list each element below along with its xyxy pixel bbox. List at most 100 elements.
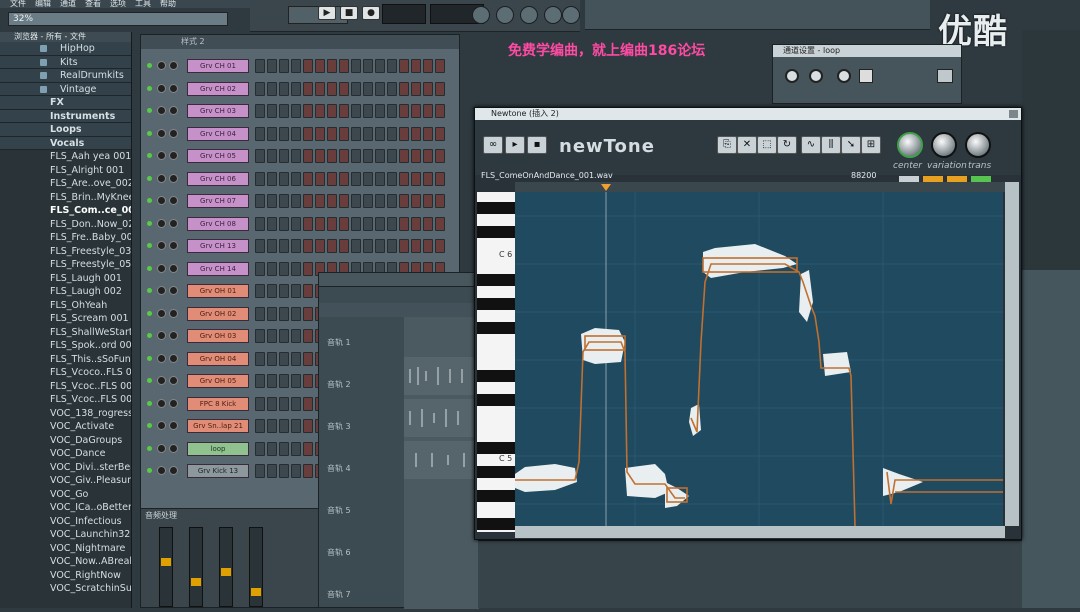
step-button[interactable] — [411, 194, 421, 208]
mute-led[interactable] — [147, 63, 152, 68]
channel-button[interactable]: Grv CH 08 — [187, 216, 249, 231]
step-button[interactable] — [279, 216, 289, 231]
menu-file[interactable]: 文件 — [10, 0, 26, 8]
channel-knob[interactable] — [157, 421, 166, 430]
step-button[interactable] — [303, 351, 313, 366]
channel-button[interactable]: Grv CH 06 — [187, 171, 249, 186]
step-button[interactable] — [351, 216, 361, 231]
step-button[interactable] — [387, 171, 397, 186]
mixer-window-icon[interactable] — [544, 6, 562, 24]
channel-knob[interactable] — [169, 151, 178, 160]
piano-roll-window-icon[interactable] — [496, 6, 514, 24]
browser-folder[interactable]: FX — [0, 96, 131, 110]
record-button[interactable]: ● — [362, 6, 380, 20]
step-button[interactable] — [255, 104, 265, 118]
step-button[interactable] — [267, 351, 277, 366]
step-button[interactable] — [279, 59, 289, 73]
step-button[interactable] — [267, 464, 277, 478]
step-button[interactable] — [411, 81, 421, 96]
step-button[interactable] — [375, 81, 385, 96]
browser-file[interactable]: VOC_Infectious — [0, 514, 131, 528]
step-button[interactable] — [255, 149, 265, 163]
channel-knob[interactable] — [169, 308, 178, 318]
step-button[interactable] — [279, 261, 289, 276]
step-button[interactable] — [387, 194, 397, 208]
step-button[interactable] — [327, 59, 337, 73]
step-button[interactable] — [279, 194, 289, 208]
step-button[interactable] — [267, 374, 277, 388]
step-button[interactable] — [315, 126, 325, 141]
fader[interactable] — [159, 527, 173, 607]
channel-knob[interactable] — [157, 61, 166, 70]
step-button[interactable] — [435, 59, 445, 73]
step-button[interactable] — [255, 239, 265, 253]
step-button[interactable] — [351, 104, 361, 118]
step-button[interactable] — [303, 306, 313, 321]
step-button[interactable] — [423, 171, 433, 186]
channel-knob[interactable] — [169, 331, 178, 340]
step-button[interactable] — [399, 216, 409, 231]
step-button[interactable] — [375, 59, 385, 73]
pan-knob[interactable] — [809, 69, 823, 83]
step-button[interactable] — [267, 149, 277, 163]
menu-view[interactable]: 查看 — [85, 0, 101, 8]
step-button[interactable] — [291, 441, 301, 456]
step-button[interactable] — [303, 464, 313, 478]
step-button[interactable] — [255, 329, 265, 343]
track-label[interactable]: 音轨 4 — [327, 463, 351, 474]
step-button[interactable] — [339, 216, 349, 231]
step-button[interactable] — [411, 216, 421, 231]
channel-button[interactable]: Grv CH 01 — [187, 59, 249, 73]
step-button[interactable] — [387, 59, 397, 73]
step-button[interactable] — [255, 441, 265, 456]
channel-button[interactable]: Grv CH 14 — [187, 261, 249, 276]
stop-button[interactable]: ■ — [340, 6, 358, 20]
step-button[interactable] — [435, 149, 445, 163]
browser-file[interactable]: VOC_ICa..oBetter — [0, 501, 131, 515]
fx-slot[interactable] — [859, 69, 873, 83]
step-button[interactable] — [423, 239, 433, 253]
step-button[interactable] — [387, 126, 397, 141]
step-button[interactable] — [291, 464, 301, 478]
step-button[interactable] — [303, 216, 313, 231]
channel-button[interactable]: Grv CH 03 — [187, 104, 249, 118]
center-knob[interactable] — [897, 132, 923, 158]
channel-knob[interactable] — [169, 286, 178, 295]
mute-led[interactable] — [147, 445, 152, 451]
step-button[interactable] — [291, 216, 301, 231]
step-button[interactable] — [375, 104, 385, 118]
channel-knob[interactable] — [157, 331, 166, 340]
browser-file[interactable]: FLS_Laugh 002 — [0, 285, 131, 299]
step-button[interactable] — [363, 149, 373, 163]
pitch-knob[interactable] — [837, 69, 851, 83]
mute-led[interactable] — [147, 333, 152, 338]
step-button[interactable] — [255, 261, 265, 276]
step-button[interactable] — [267, 171, 277, 186]
step-button[interactable] — [279, 329, 289, 343]
channel-knob[interactable] — [169, 218, 178, 228]
step-button[interactable] — [255, 171, 265, 186]
channel-knob[interactable] — [157, 83, 166, 93]
step-button[interactable] — [267, 239, 277, 253]
channel-button[interactable]: Grv OH 03 — [187, 329, 249, 343]
browser-file[interactable]: VOC_Now..ABreak — [0, 555, 131, 569]
browser-folder[interactable]: Vintage — [0, 82, 131, 96]
step-button[interactable] — [279, 306, 289, 321]
step-button[interactable] — [435, 194, 445, 208]
step-button[interactable] — [315, 194, 325, 208]
step-button[interactable] — [267, 441, 277, 456]
channel-knob[interactable] — [169, 61, 178, 70]
step-button[interactable] — [327, 216, 337, 231]
step-button[interactable] — [435, 126, 445, 141]
channel-knob[interactable] — [169, 106, 178, 115]
step-button[interactable] — [339, 126, 349, 141]
channel-button[interactable]: loop — [187, 441, 249, 456]
step-button[interactable] — [363, 194, 373, 208]
playlist-window-icon[interactable] — [472, 6, 490, 24]
step-button[interactable] — [303, 149, 313, 163]
step-button[interactable] — [279, 81, 289, 96]
channel-knob[interactable] — [157, 376, 166, 385]
vertical-scrollbar[interactable] — [1005, 182, 1019, 526]
mute-led[interactable] — [147, 198, 152, 203]
step-button[interactable] — [303, 441, 313, 456]
